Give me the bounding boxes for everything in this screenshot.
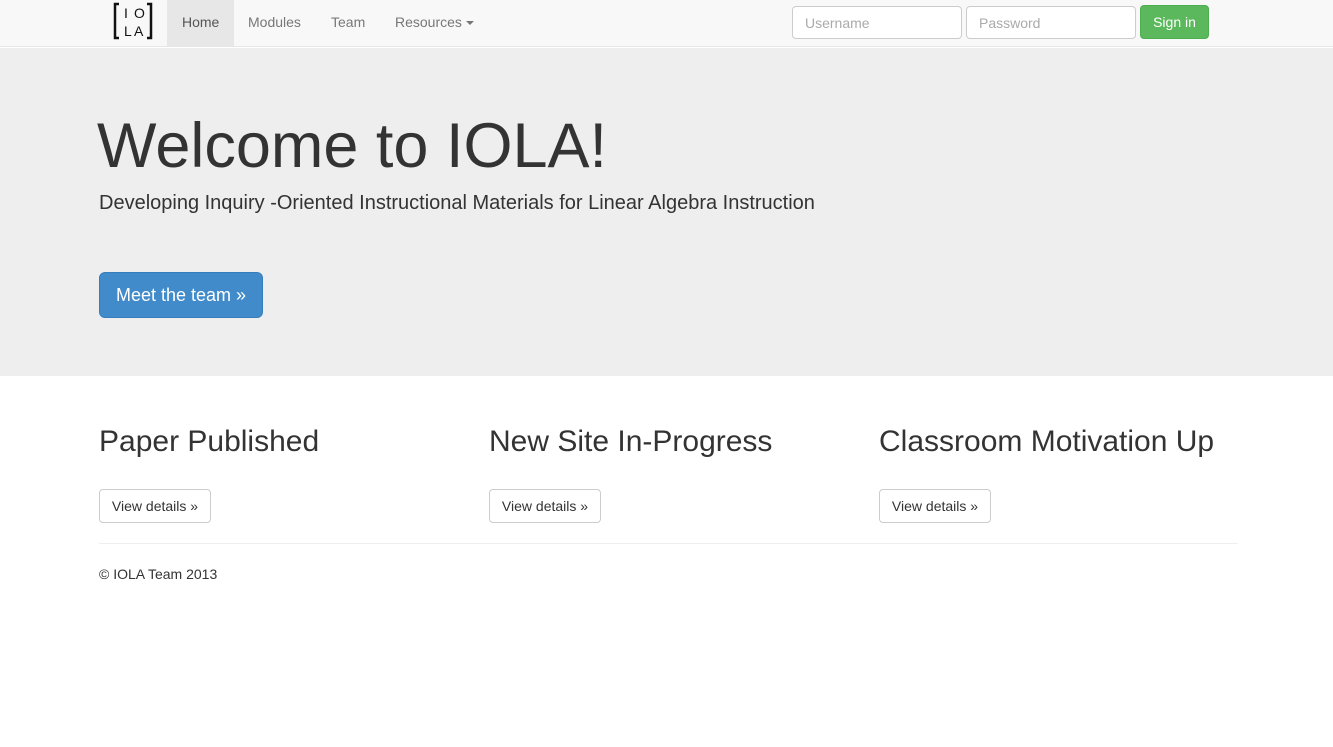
nav-resources-dropdown[interactable]: Resources [380,0,489,46]
sign-in-button[interactable]: Sign in [1140,5,1209,39]
nav-home[interactable]: Home [167,0,235,46]
column-heading: Classroom Motivation Up [879,425,1215,458]
column-heading: New Site In-Progress [489,425,773,458]
column-heading: Paper Published [99,425,320,458]
page-title: Welcome to IOLA! [97,111,608,181]
footer-divider [99,543,1238,544]
footer-copyright: © IOLA Team 2013 [99,566,218,582]
iola-logo[interactable]: I O L A [113,2,153,40]
username-input[interactable] [792,6,962,39]
view-details-button[interactable]: View details » [879,489,991,523]
view-details-button[interactable]: View details » [99,489,211,523]
column-classroom-motivation: Classroom Motivation Up View details » [879,420,1249,523]
nav-resources-label: Resources [395,14,462,30]
column-paper-published: Paper Published View details » [99,420,469,523]
column-new-site: New Site In-Progress View details » [489,420,859,523]
navbar: I O L A Home Modules Team Resources Sign… [0,0,1333,47]
svg-text:L: L [124,23,132,39]
nav-home-label: Home [182,14,220,30]
svg-text:O: O [134,5,145,21]
meet-the-team-button[interactable]: Meet the team » [99,272,263,318]
svg-text:I: I [124,5,128,21]
nav-team-label: Team [331,14,366,30]
svg-text:A: A [134,23,144,39]
nav-modules[interactable]: Modules [233,0,316,46]
nav-modules-label: Modules [248,14,301,30]
password-input[interactable] [966,6,1136,39]
nav-team[interactable]: Team [316,0,380,46]
jumbotron: Welcome to IOLA! Developing Inquiry -Ori… [0,48,1333,376]
caret-down-icon [465,21,474,26]
view-details-button[interactable]: View details » [489,489,601,523]
page-subtitle: Developing Inquiry -Oriented Instruction… [99,192,815,214]
